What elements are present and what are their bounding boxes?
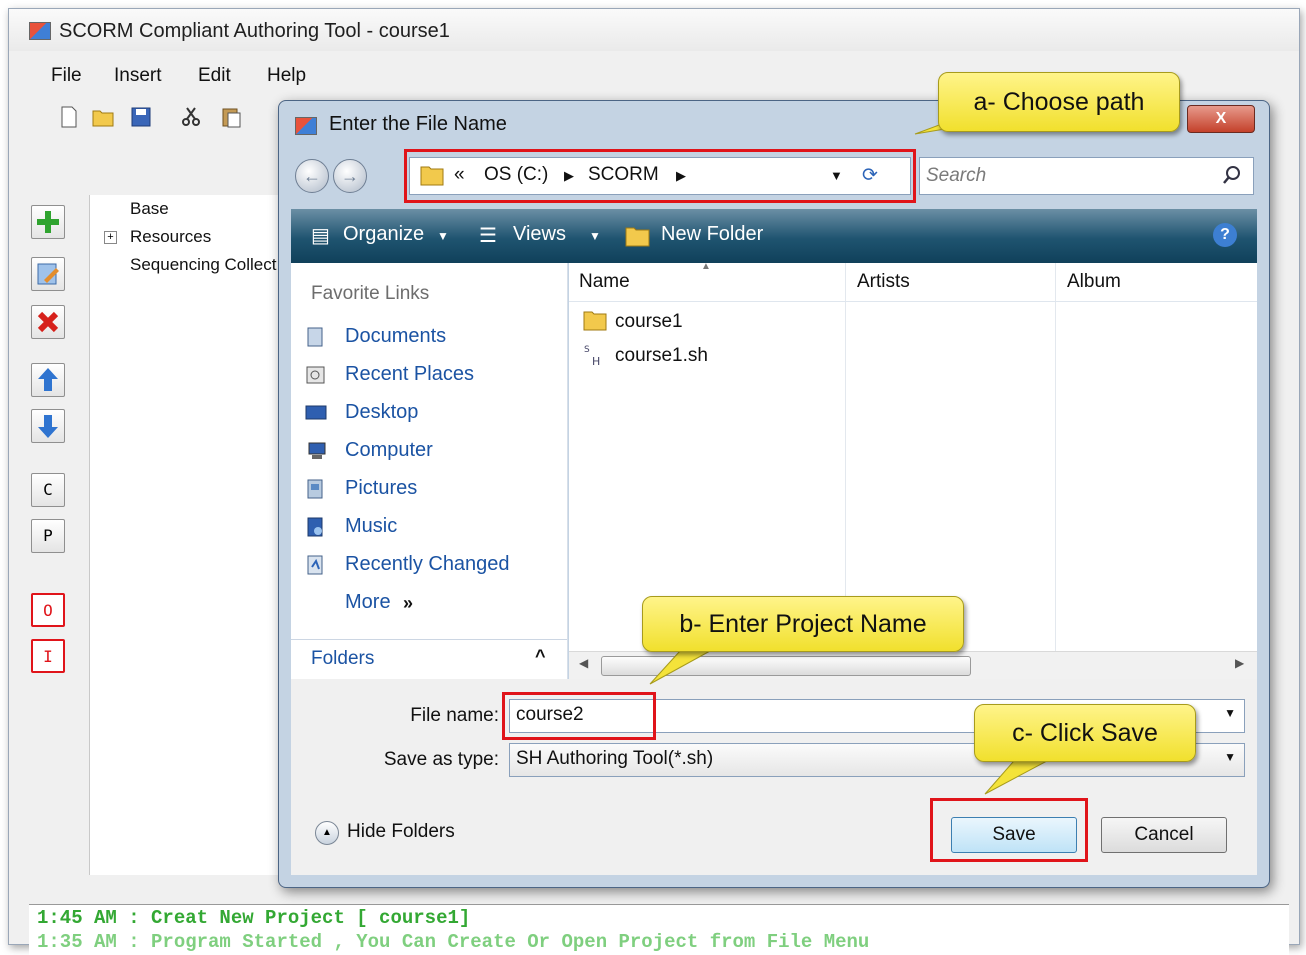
callout-pointers [649,117,1061,795]
callout-choose-path: a- Choose path [938,72,1180,132]
callout-click-save: c- Click Save [974,704,1196,762]
callout-enter-project-name: b- Enter Project Name [642,596,964,652]
